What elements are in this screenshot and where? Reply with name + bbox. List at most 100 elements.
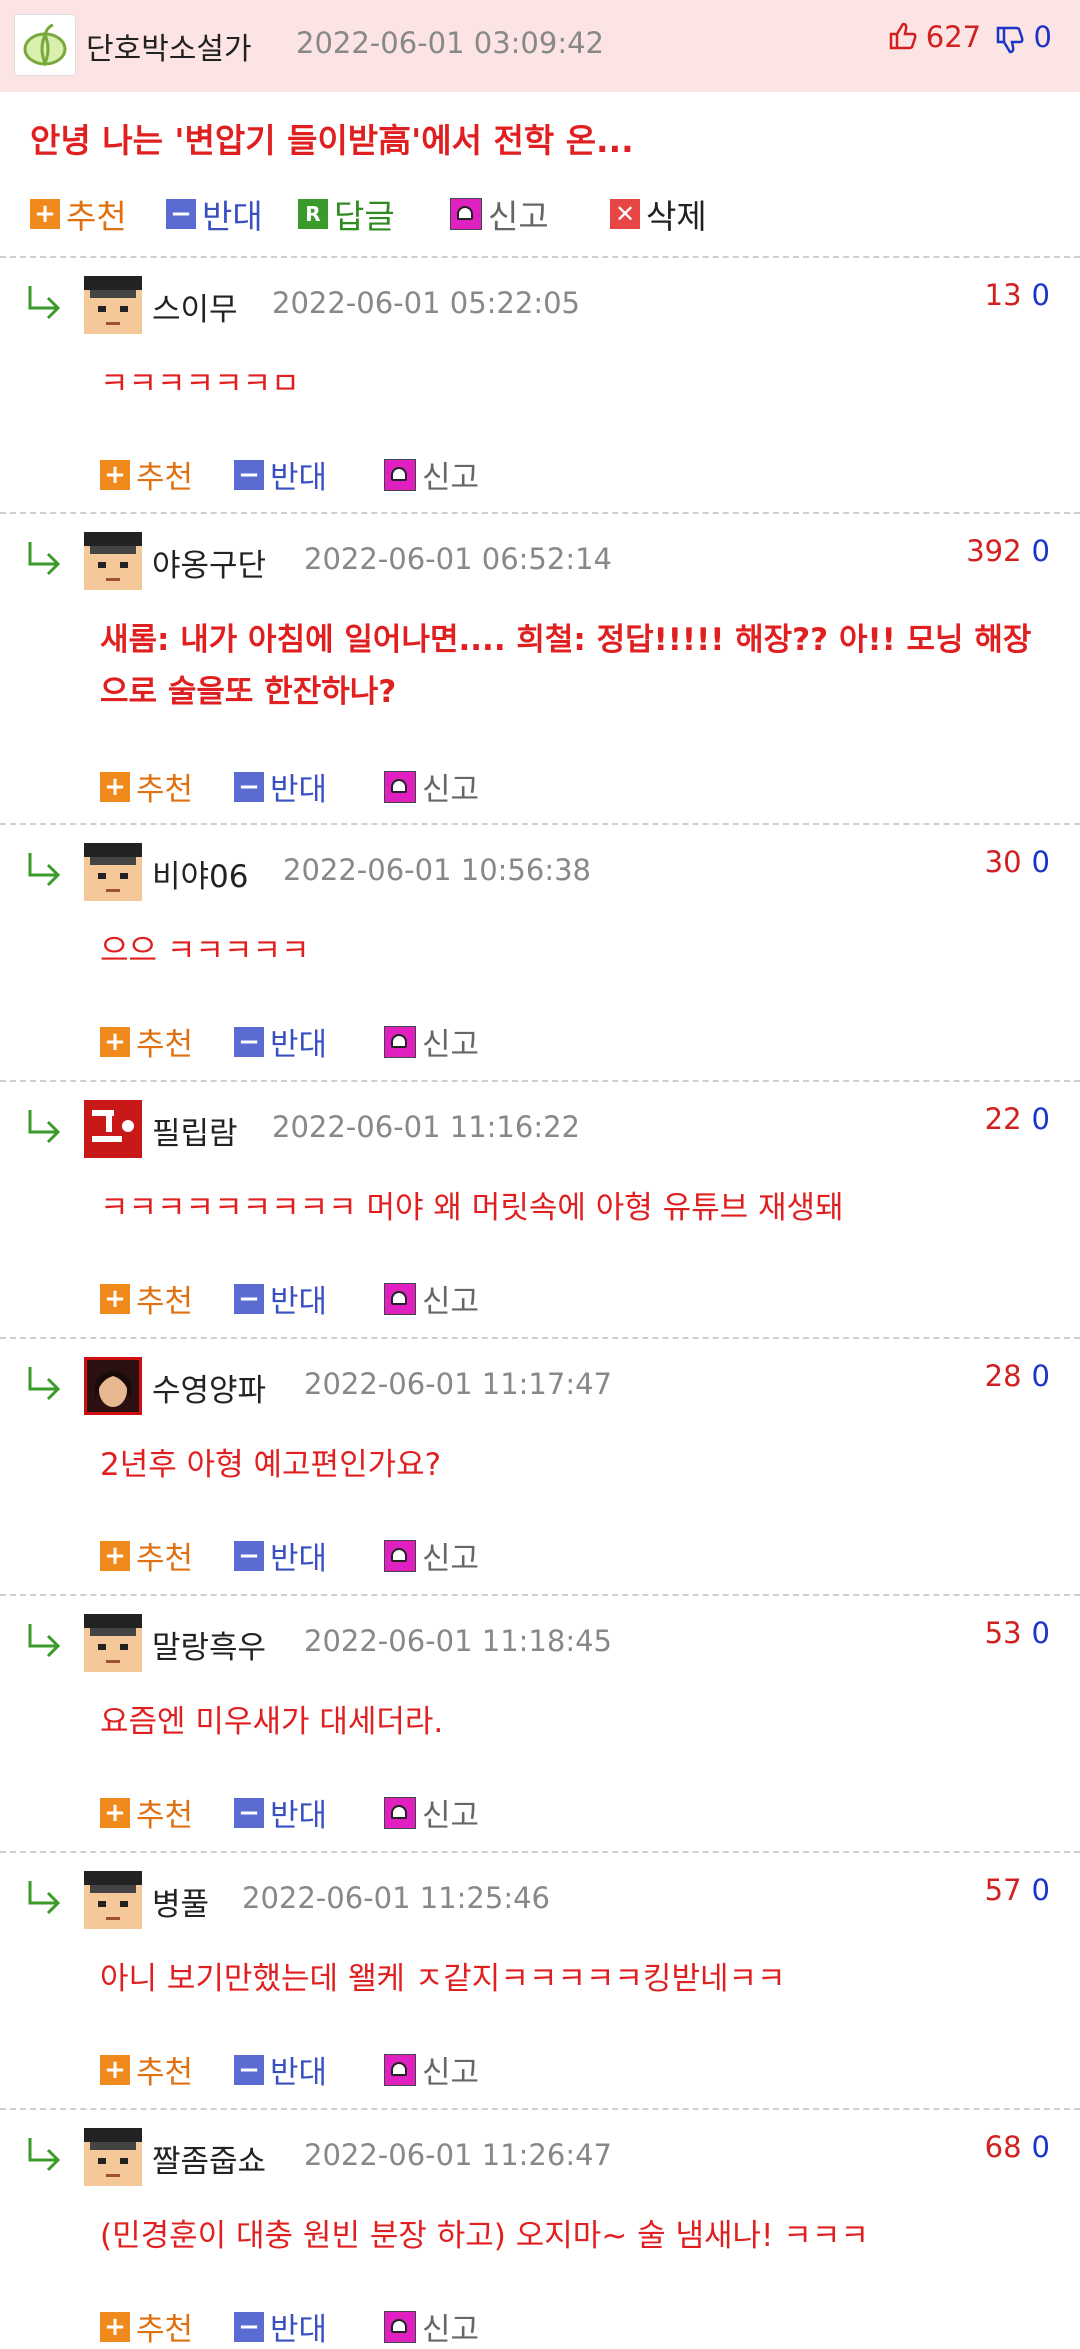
recommend-button[interactable]: + 추천 — [100, 452, 193, 497]
comment-date: 2022-06-01 10:56:38 — [283, 853, 591, 887]
comment: 수영양파 2022-06-01 11:17:47 28 0 2년후 아형 예고편인가요?… — [0, 1337, 1080, 1596]
siren-icon — [384, 2053, 416, 2086]
comment-up-count: 53 — [984, 1616, 1022, 1650]
comment-up-count: 30 — [984, 845, 1022, 879]
avatar[interactable] — [84, 276, 142, 334]
oppose-button[interactable]: − 반대 — [234, 452, 327, 497]
minus-icon: − — [234, 2054, 264, 2085]
avatar[interactable] — [84, 532, 142, 590]
report-button[interactable]: 신고 — [450, 190, 549, 238]
comment-author[interactable]: 필립람 — [152, 1108, 238, 1153]
report-button[interactable]: 신고 — [384, 1019, 479, 1064]
recommend-button[interactable]: + 추천 — [100, 1790, 193, 1835]
author-avatar[interactable] — [14, 14, 76, 76]
oppose-button[interactable]: − 반대 — [234, 2304, 327, 2349]
recommend-button[interactable]: + 추천 — [100, 1019, 193, 1064]
comment-votes: 22 0 — [985, 1102, 1050, 1136]
post-title: 안녕 나는 '변압기 들이받高'에서 전학 온... — [30, 121, 634, 160]
oppose-button[interactable]: − 반대 — [234, 1276, 327, 1321]
comment-votes: 57 0 — [985, 1873, 1050, 1907]
comment-text: ㅋㅋㅋㅋㅋㅋㅁ — [100, 366, 300, 402]
recommend-button[interactable]: + 추천 — [100, 2047, 193, 2092]
oppose-button[interactable]: − 반대 — [166, 190, 263, 238]
reply-arrow-icon — [28, 1624, 61, 1658]
comment-text: 으으 ㅋㅋㅋㅋㅋ — [100, 933, 310, 969]
comment-author[interactable]: 짤좀줍쇼 — [152, 2136, 266, 2181]
report-button[interactable]: 신고 — [384, 2047, 479, 2092]
plus-icon: + — [100, 1026, 130, 1057]
reply-button[interactable]: R 답글 — [298, 190, 395, 238]
post-up-count: 627 — [925, 20, 982, 54]
comment-author[interactable]: 스이무 — [152, 284, 238, 329]
comment-text: 아니 보기만했는데 왤케 ㅈ같지ㅋㅋㅋㅋㅋ킹받네ㅋㅋ — [100, 1961, 786, 1997]
siren-icon — [384, 1539, 416, 1572]
avatar[interactable] — [84, 1100, 142, 1158]
thumbs-down-icon — [997, 26, 1024, 54]
minus-icon: − — [234, 1540, 264, 1571]
reply-arrow-icon — [28, 853, 61, 887]
post-down-count: 0 — [1033, 20, 1052, 54]
comment-down-count: 0 — [1031, 278, 1050, 312]
post-author[interactable]: 단호박소설가 — [86, 24, 252, 68]
report-button[interactable]: 신고 — [384, 764, 479, 809]
siren-icon — [384, 458, 416, 491]
comment-text: 2년후 아형 예고편인가요? — [100, 1447, 442, 1483]
report-button[interactable]: 신고 — [384, 1276, 479, 1321]
comment-author[interactable]: 비야06 — [152, 851, 249, 896]
plus-icon: + — [100, 771, 130, 802]
avatar[interactable] — [84, 843, 142, 901]
oppose-button[interactable]: − 반대 — [234, 2047, 327, 2092]
delete-button[interactable]: ✕ 삭제 — [610, 190, 707, 238]
comment-author[interactable]: 병풀 — [152, 1879, 209, 1924]
close-icon: ✕ — [610, 199, 640, 229]
oppose-button[interactable]: − 반대 — [234, 1790, 327, 1835]
avatar[interactable] — [84, 2128, 142, 2186]
comment-up-count: 57 — [984, 1873, 1022, 1907]
comment-votes: 68 0 — [985, 2130, 1050, 2164]
comment-votes: 13 0 — [985, 278, 1050, 312]
report-button[interactable]: 신고 — [384, 452, 479, 497]
siren-icon — [384, 2310, 416, 2343]
plus-icon: + — [100, 1797, 130, 1828]
comment-date: 2022-06-01 11:25:46 — [242, 1881, 550, 1915]
comment-up-count: 68 — [984, 2130, 1022, 2164]
recommend-button[interactable]: + 추천 — [30, 190, 127, 238]
comment: 야옹구단 2022-06-01 06:52:14 392 0 새롬: 내가 아침에 일어… — [0, 512, 1080, 825]
thumbs-up-icon — [889, 22, 917, 50]
oppose-button[interactable]: − 반대 — [234, 764, 327, 809]
recommend-button[interactable]: + 추천 — [100, 764, 193, 809]
recommend-button[interactable]: + 추천 — [100, 2304, 193, 2349]
comment-down-count: 0 — [1031, 1359, 1050, 1393]
oppose-button[interactable]: − 반대 — [234, 1533, 327, 1578]
minus-icon: − — [234, 459, 264, 490]
reply-arrow-icon — [28, 1881, 61, 1915]
report-button[interactable]: 신고 — [384, 1790, 479, 1835]
comment-down-count: 0 — [1031, 534, 1050, 568]
report-button[interactable]: 신고 — [384, 1533, 479, 1578]
reply-arrow-icon — [28, 542, 61, 576]
comment: 짤좀줍쇼 2022-06-01 11:26:47 68 0 (민경훈이 대충 원빈 분장… — [0, 2108, 1080, 2348]
reply-arrow-icon — [28, 286, 61, 320]
siren-icon — [384, 1796, 416, 1829]
comment-author[interactable]: 수영양파 — [152, 1365, 266, 1410]
comment-text: ㅋㅋㅋㅋㅋㅋㅋㅋㅋ 머야 왜 머릿속에 아형 유튜브 재생돼 — [100, 1190, 844, 1226]
comment-date: 2022-06-01 11:16:22 — [272, 1110, 580, 1144]
recommend-button[interactable]: + 추천 — [100, 1533, 193, 1578]
avatar[interactable] — [84, 1871, 142, 1929]
plus-icon: + — [100, 2311, 130, 2342]
reply-arrow-icon — [28, 1367, 61, 1401]
recommend-button[interactable]: + 추천 — [100, 1276, 193, 1321]
comment-down-count: 0 — [1031, 845, 1050, 879]
report-button[interactable]: 신고 — [384, 2304, 479, 2349]
comment-date: 2022-06-01 11:17:47 — [304, 1367, 612, 1401]
avatar[interactable] — [84, 1357, 142, 1415]
oppose-button[interactable]: − 반대 — [234, 1019, 327, 1064]
comment-date: 2022-06-01 11:26:47 — [304, 2138, 612, 2172]
minus-icon: − — [234, 1283, 264, 1314]
minus-icon: − — [234, 2311, 264, 2342]
comment: 비야06 2022-06-01 10:56:38 30 0 으으 ㅋㅋㅋㅋㅋ + 추천 − 반대… — [0, 823, 1080, 1082]
comment-author[interactable]: 말랑흑우 — [152, 1622, 266, 1667]
comment-author[interactable]: 야옹구단 — [152, 540, 266, 585]
plus-icon: + — [100, 1540, 130, 1571]
avatar[interactable] — [84, 1614, 142, 1672]
